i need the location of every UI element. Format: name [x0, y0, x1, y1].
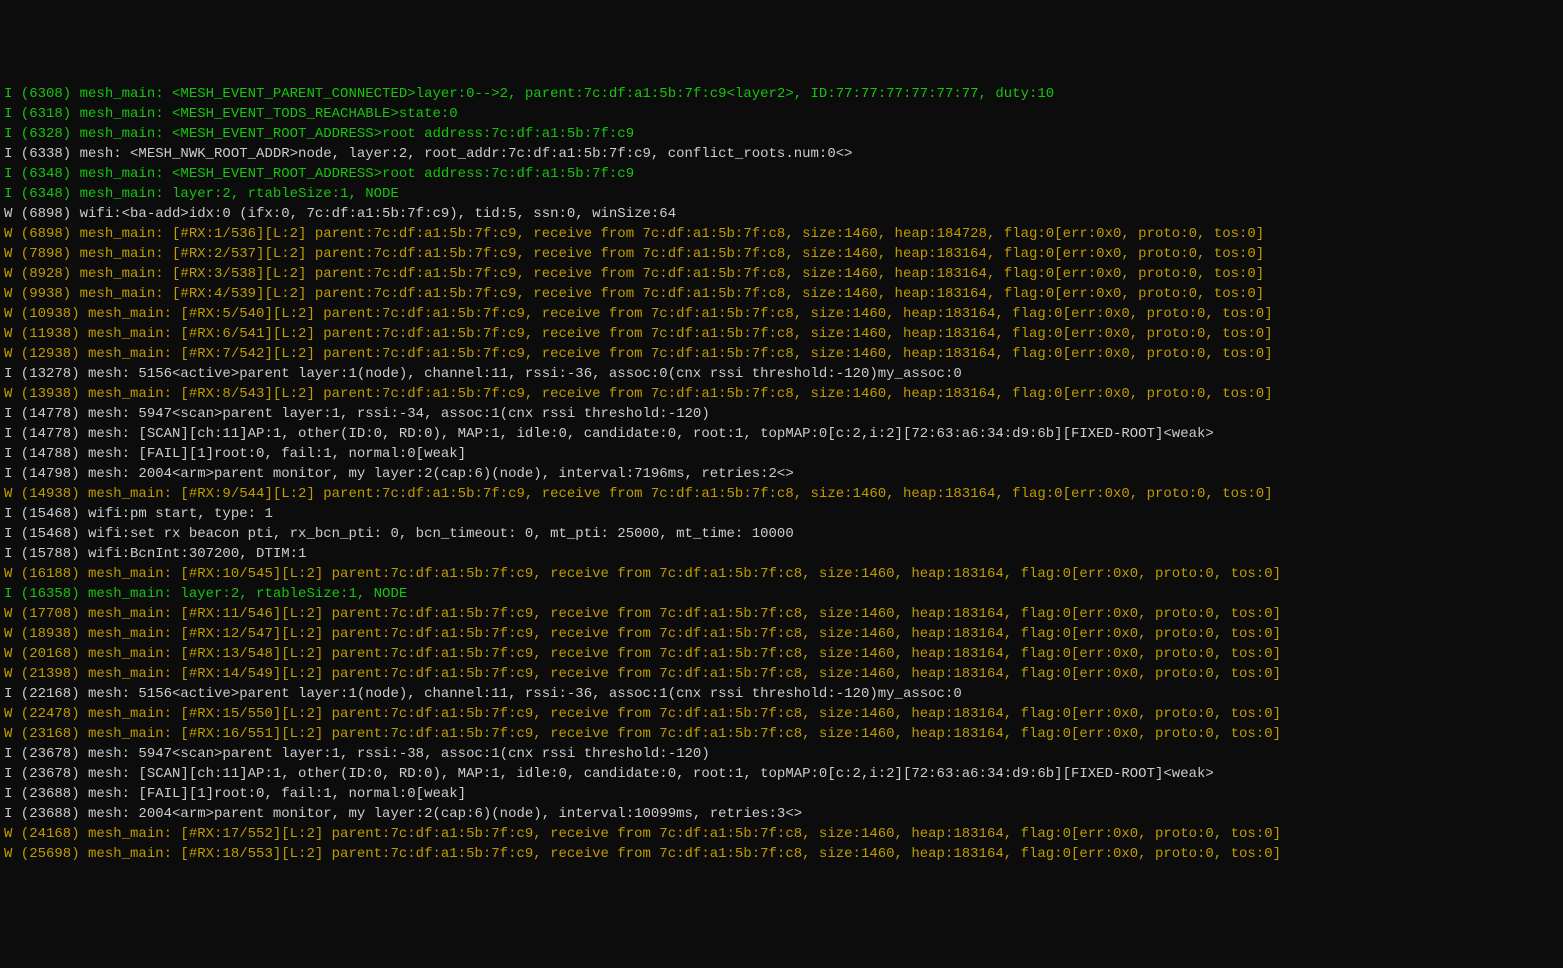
log-line: I (6348) mesh_main: <MESH_EVENT_ROOT_ADD…	[4, 164, 1559, 184]
log-line: W (22478) mesh_main: [#RX:15/550][L:2] p…	[4, 704, 1559, 724]
log-line: I (15788) wifi:BcnInt:307200, DTIM:1	[4, 544, 1559, 564]
log-line: I (15468) wifi:pm start, type: 1	[4, 504, 1559, 524]
log-line: I (23678) mesh: [SCAN][ch:11]AP:1, other…	[4, 764, 1559, 784]
log-line: W (24168) mesh_main: [#RX:17/552][L:2] p…	[4, 824, 1559, 844]
log-line: W (20168) mesh_main: [#RX:13/548][L:2] p…	[4, 644, 1559, 664]
log-line: W (21398) mesh_main: [#RX:14/549][L:2] p…	[4, 664, 1559, 684]
log-line: I (16358) mesh_main: layer:2, rtableSize…	[4, 584, 1559, 604]
log-line: W (25698) mesh_main: [#RX:18/553][L:2] p…	[4, 844, 1559, 864]
log-line: W (8928) mesh_main: [#RX:3/538][L:2] par…	[4, 264, 1559, 284]
log-line: I (6318) mesh_main: <MESH_EVENT_TODS_REA…	[4, 104, 1559, 124]
log-line: W (17708) mesh_main: [#RX:11/546][L:2] p…	[4, 604, 1559, 624]
log-line: I (6348) mesh_main: layer:2, rtableSize:…	[4, 184, 1559, 204]
log-line: W (7898) mesh_main: [#RX:2/537][L:2] par…	[4, 244, 1559, 264]
log-line: I (6308) mesh_main: <MESH_EVENT_PARENT_C…	[4, 84, 1559, 104]
log-line: I (14778) mesh: [SCAN][ch:11]AP:1, other…	[4, 424, 1559, 444]
log-line: I (23688) mesh: 2004<arm>parent monitor,…	[4, 804, 1559, 824]
log-line: I (6328) mesh_main: <MESH_EVENT_ROOT_ADD…	[4, 124, 1559, 144]
log-line: W (12938) mesh_main: [#RX:7/542][L:2] pa…	[4, 344, 1559, 364]
log-line: W (6898) wifi:<ba-add>idx:0 (ifx:0, 7c:d…	[4, 204, 1559, 224]
log-line: I (14798) mesh: 2004<arm>parent monitor,…	[4, 464, 1559, 484]
log-line: I (14788) mesh: [FAIL][1]root:0, fail:1,…	[4, 444, 1559, 464]
log-line: W (13938) mesh_main: [#RX:8/543][L:2] pa…	[4, 384, 1559, 404]
log-line: W (6898) mesh_main: [#RX:1/536][L:2] par…	[4, 224, 1559, 244]
log-line: W (11938) mesh_main: [#RX:6/541][L:2] pa…	[4, 324, 1559, 344]
log-line: I (14778) mesh: 5947<scan>parent layer:1…	[4, 404, 1559, 424]
log-line: I (13278) mesh: 5156<active>parent layer…	[4, 364, 1559, 384]
log-line: W (23168) mesh_main: [#RX:16/551][L:2] p…	[4, 724, 1559, 744]
log-line: I (23678) mesh: 5947<scan>parent layer:1…	[4, 744, 1559, 764]
log-line: I (15468) wifi:set rx beacon pti, rx_bcn…	[4, 524, 1559, 544]
log-line: I (23688) mesh: [FAIL][1]root:0, fail:1,…	[4, 784, 1559, 804]
log-line: W (10938) mesh_main: [#RX:5/540][L:2] pa…	[4, 304, 1559, 324]
log-line: W (18938) mesh_main: [#RX:12/547][L:2] p…	[4, 624, 1559, 644]
terminal-output[interactable]: I (6308) mesh_main: <MESH_EVENT_PARENT_C…	[4, 84, 1559, 864]
log-line: W (9938) mesh_main: [#RX:4/539][L:2] par…	[4, 284, 1559, 304]
log-line: I (22168) mesh: 5156<active>parent layer…	[4, 684, 1559, 704]
log-line: W (14938) mesh_main: [#RX:9/544][L:2] pa…	[4, 484, 1559, 504]
log-line: I (6338) mesh: <MESH_NWK_ROOT_ADDR>node,…	[4, 144, 1559, 164]
log-line: W (16188) mesh_main: [#RX:10/545][L:2] p…	[4, 564, 1559, 584]
